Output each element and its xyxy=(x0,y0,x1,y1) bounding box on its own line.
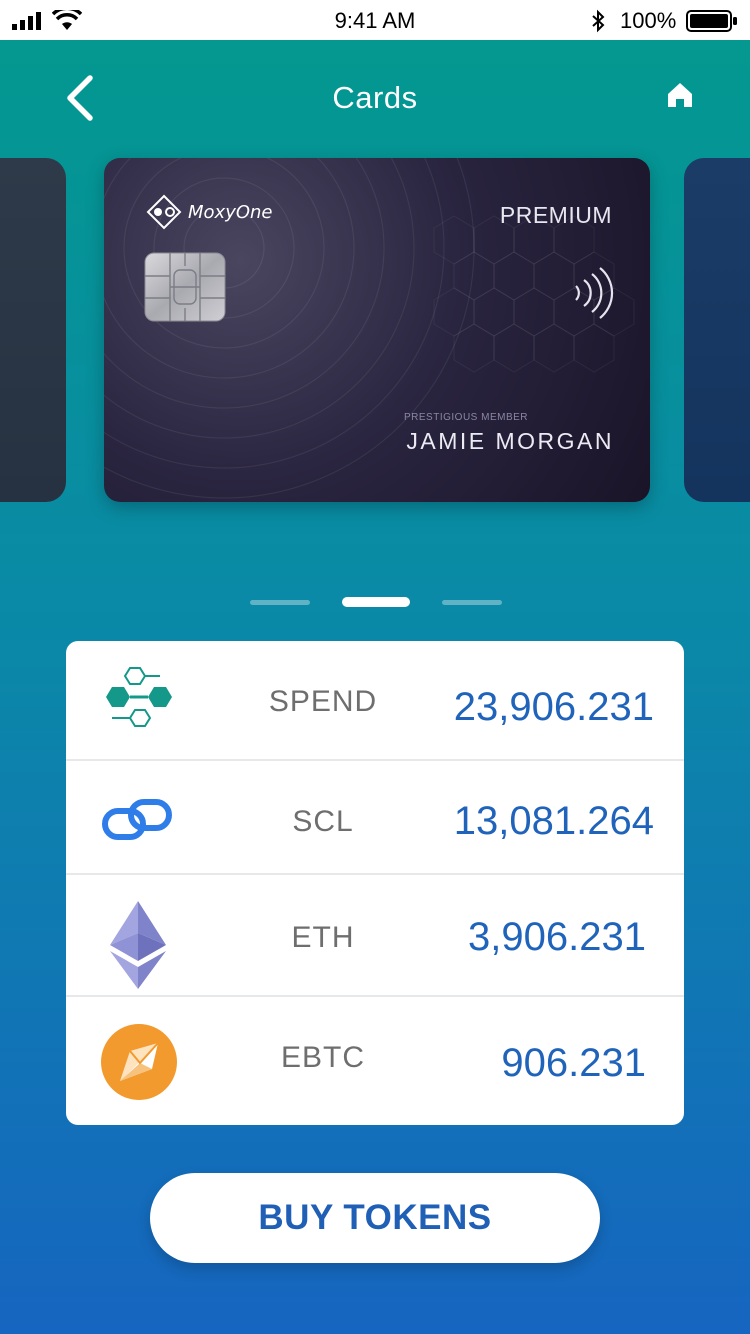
home-icon xyxy=(668,83,692,107)
card-next[interactable] xyxy=(684,158,750,502)
battery-percent: 100% xyxy=(620,8,677,33)
token-row-eth[interactable]: ETH 3,906.231 xyxy=(66,875,684,997)
status-bar: 9:41 AM 100% xyxy=(0,0,750,40)
token-name: ETH xyxy=(291,921,355,954)
carousel-pager xyxy=(0,597,750,609)
member-label: PRESTIGIOUS MEMBER xyxy=(403,412,528,423)
buy-tokens-button[interactable]: BUY TOKENS xyxy=(150,1173,600,1263)
contactless-icon xyxy=(575,267,614,319)
battery-icon xyxy=(686,10,737,32)
token-amount: 13,081.264 xyxy=(453,799,654,843)
card-brand: MoxyOne xyxy=(188,202,273,223)
token-row-spend[interactable]: SPEND 23,906.231 xyxy=(66,641,684,761)
ebtc-icon xyxy=(101,1024,177,1100)
card-previous[interactable] xyxy=(0,158,66,502)
token-amount: 3,906.231 xyxy=(468,915,646,959)
chip-icon xyxy=(144,252,226,322)
token-row-scl[interactable]: SCL 13,081.264 xyxy=(66,761,684,875)
card-tier: PREMIUM xyxy=(499,202,612,228)
moxyone-logo-icon xyxy=(146,194,182,230)
token-row-ebtc[interactable]: EBTC 906.231 xyxy=(66,997,684,1125)
token-balances-panel: SPEND 23,906.231 SCL 13,081.264 ETH 3,90… xyxy=(66,641,684,1125)
page-title: Cards xyxy=(332,80,418,115)
pager-dot-3[interactable] xyxy=(442,600,502,605)
ethereum-icon xyxy=(110,901,166,989)
token-amount: 23,906.231 xyxy=(453,685,654,729)
token-amount: 906.231 xyxy=(501,1041,646,1085)
bluetooth-icon xyxy=(592,9,605,33)
premium-card[interactable]: MoxyOne PREMIUM PRESTIGIOUS MEMBER JAMIE… xyxy=(104,158,650,502)
home-button[interactable] xyxy=(664,80,696,110)
token-name: SCL xyxy=(292,805,354,838)
scl-chain-icon xyxy=(102,799,172,840)
token-name: SPEND xyxy=(268,685,378,718)
card-holder-name: JAMIE MORGAN xyxy=(406,428,614,454)
pager-dot-2-active[interactable] xyxy=(342,597,410,607)
spend-hexagon-icon xyxy=(106,667,172,727)
token-name: EBTC xyxy=(280,1041,365,1074)
pager-dot-1[interactable] xyxy=(250,600,310,605)
